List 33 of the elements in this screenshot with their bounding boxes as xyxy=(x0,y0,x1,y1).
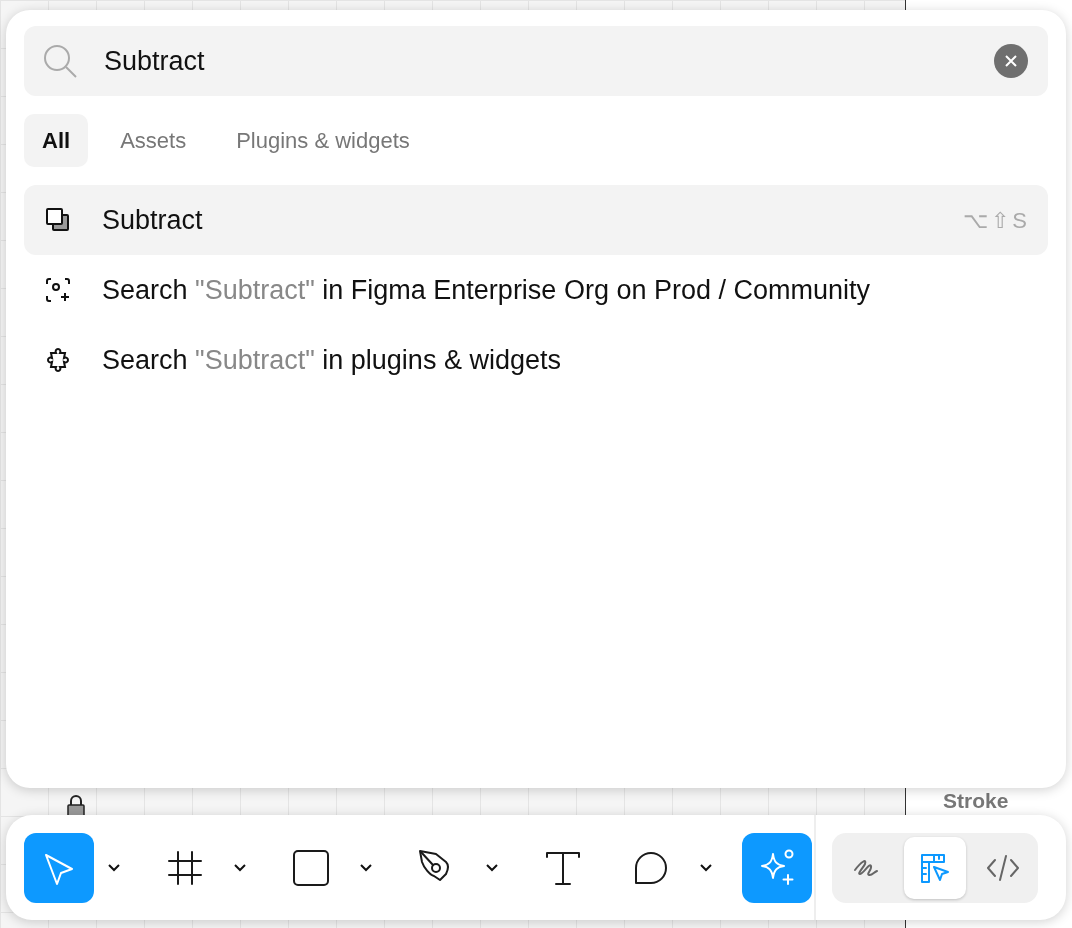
search-input[interactable]: Subtract xyxy=(104,40,968,82)
rectangle-icon xyxy=(293,849,329,886)
ai-tool-button[interactable] xyxy=(742,832,812,903)
text-icon xyxy=(545,849,581,886)
design-mode-button[interactable] xyxy=(904,836,966,899)
result-text: Search "Subtract" in plugins & widgets xyxy=(102,343,562,377)
result-row[interactable]: Subtract ⌥⇧S xyxy=(24,185,1048,255)
move-tool-button[interactable] xyxy=(24,832,94,903)
chevron-down-icon xyxy=(107,862,121,873)
puzzle-icon xyxy=(44,346,72,374)
filter-tab[interactable]: Plugins & widgets xyxy=(218,114,428,167)
layers-icon xyxy=(44,206,72,234)
chevron-down-icon xyxy=(233,862,247,873)
lock-icon xyxy=(66,795,86,817)
ruler-pointer-icon xyxy=(919,851,951,884)
section-label: Stroke xyxy=(943,788,1009,814)
frame-icon xyxy=(167,849,203,886)
chevron-down-icon xyxy=(359,862,373,873)
chevron-down-icon xyxy=(699,862,713,873)
result-row[interactable]: Search "Subtract" in Figma Enterprise Org on Prod / Community xyxy=(24,255,1048,325)
shortcut-hint: ⌥⇧S xyxy=(963,206,1030,235)
search-field[interactable]: Subtract xyxy=(24,26,1048,96)
filter-tab[interactable]: Assets xyxy=(102,114,205,167)
chevron-down-icon xyxy=(485,862,499,873)
result-text: Subtract xyxy=(102,203,204,237)
close-icon xyxy=(1004,54,1018,68)
search-icon xyxy=(42,43,78,79)
clear-button[interactable] xyxy=(994,44,1028,78)
result-text: Search "Subtract" in Figma Enterprise Org on Prod / Community xyxy=(102,273,871,307)
filter-tab[interactable]: All xyxy=(24,114,89,167)
result-row[interactable]: Search "Subtract" in plugins & widgets xyxy=(24,325,1048,395)
scan-sparkle-icon xyxy=(44,276,72,304)
speech-bubble-icon xyxy=(633,849,669,886)
